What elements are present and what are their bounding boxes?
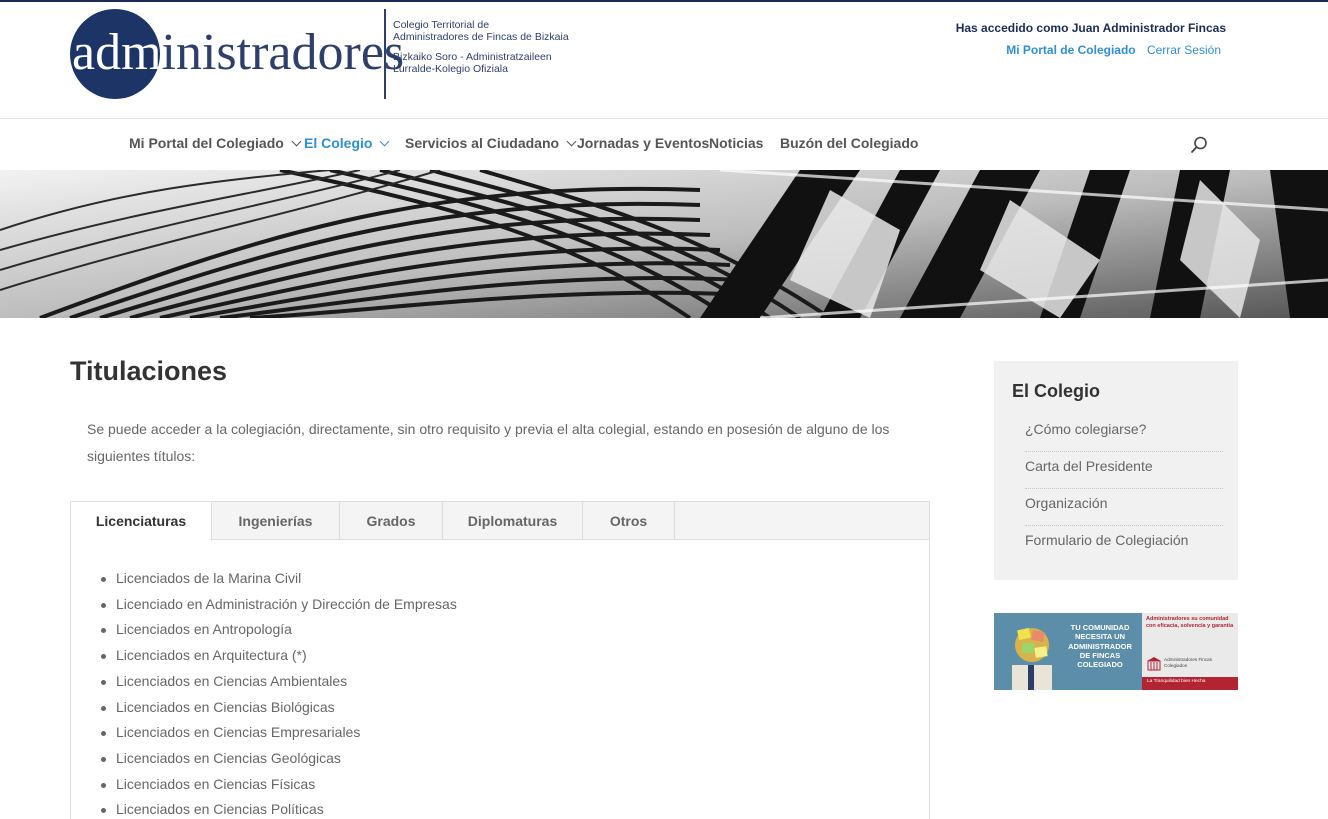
- list-item: Licenciados en Arquitectura (*): [100, 643, 457, 669]
- list-item: Licenciados en Ciencias Biológicas: [100, 695, 457, 721]
- logo-wordmark: administradores: [72, 23, 404, 83]
- intro-text: Se puede acceder a la colegiación, direc…: [87, 421, 890, 464]
- page-title: Titulaciones: [70, 356, 228, 386]
- ad-headline-line: TU COMUNIDAD: [1070, 623, 1130, 632]
- portal-link[interactable]: Mi Portal de Colegiado: [1006, 43, 1135, 57]
- chevron-down-icon: [380, 136, 390, 147]
- logo-line-3: Bizkaiko Soro - Administratzaileen: [393, 51, 552, 63]
- nav-label: El Colegio: [304, 135, 373, 151]
- list-item: Licenciados en Antropología: [100, 617, 457, 643]
- nav-item-el-colegio[interactable]: El Colegio: [304, 135, 390, 151]
- logo-line-1: Colegio Territorial de: [393, 19, 490, 31]
- nav-item-jornadas[interactable]: Jornadas y Eventos: [577, 135, 709, 151]
- logo-line-2: Administradores de Fincas de Bizkaia: [393, 31, 569, 43]
- tab-licenciaturas[interactable]: Licenciaturas: [71, 502, 212, 541]
- logo-separator: [384, 9, 386, 99]
- tab-ingenierias[interactable]: Ingenierías: [212, 502, 340, 540]
- nav-item-buzon[interactable]: Buzón del Colegiado: [780, 135, 918, 151]
- nav-label: Buzón del Colegiado: [780, 135, 919, 151]
- list-item: Licenciado en Administración y Dirección…: [100, 592, 457, 618]
- sidebar-link-carta-presidente[interactable]: Carta del Presidente: [1025, 452, 1223, 489]
- site-header: administradores Colegio Territorial de A…: [0, 2, 1328, 119]
- nav-label: Jornadas y Eventos: [577, 135, 710, 151]
- header-banner-image: [0, 170, 1328, 318]
- user-greeting: Has accedido como Juan Administrador Fin…: [955, 21, 1226, 35]
- list-item: Licenciados en Ciencias Empresariales: [100, 720, 457, 746]
- search-icon[interactable]: [1190, 136, 1208, 154]
- tab-diplomaturas[interactable]: Diplomaturas: [443, 502, 583, 540]
- nav-label: Noticias: [709, 135, 764, 151]
- logo-word-part2: inistradores: [161, 24, 405, 81]
- chevron-down-icon: [566, 136, 577, 147]
- sidebar-link-organizacion[interactable]: Organización: [1025, 489, 1223, 526]
- ad-figure-image: [1012, 627, 1052, 690]
- logo-word-part1: adm: [72, 24, 162, 81]
- ad-mini-logo-text: Administradores Fincas Colegiados: [1164, 657, 1212, 668]
- site-logo[interactable]: administradores Colegio Territorial de A…: [70, 9, 570, 101]
- logo-line-4: Lurralde-Kolegio Ofiziala: [393, 63, 508, 75]
- sidebar-title: El Colegio: [1012, 381, 1101, 401]
- user-links: Mi Portal de Colegiado Cerrar Sesión: [1006, 43, 1221, 57]
- ad-headline-line: ADMINISTRADOR: [1068, 641, 1132, 651]
- logout-link[interactable]: Cerrar Sesión: [1147, 43, 1221, 57]
- chevron-down-icon: [291, 136, 302, 147]
- sidebar-widget: El Colegio ¿Cómo colegiarse? Carta del P…: [994, 361, 1238, 580]
- tab-grados[interactable]: Grados: [340, 502, 443, 540]
- degrees-list: Licenciados de la Marina Civil Licenciad…: [100, 566, 457, 819]
- ad-banner[interactable]: TU COMUNIDAD NECESITA UN ADMINISTRADOR D…: [994, 613, 1238, 690]
- ad-headline-line: DE FINCAS: [1079, 650, 1121, 660]
- list-item: Licenciados de la Marina Civil: [100, 566, 457, 592]
- ad-headline: TU COMUNIDAD NECESITA UN ADMINISTRADOR D…: [1058, 623, 1142, 669]
- list-item: Licenciados en Ciencias Geológicas: [100, 746, 457, 772]
- main-nav: Mi Portal del Colegiado El Colegio Servi…: [0, 119, 1328, 170]
- ad-strip-text: La Tranquilidad bien Hecha: [1147, 679, 1206, 684]
- nav-label: Mi Portal del Colegiado: [129, 135, 284, 151]
- ad-headline-line: NECESITA UN: [1074, 632, 1125, 642]
- degrees-tabs: Licenciaturas Ingenierías Grados Diploma…: [70, 501, 930, 819]
- tab-otros[interactable]: Otros: [583, 502, 675, 540]
- sidebar-link-formulario[interactable]: Formulario de Colegiación: [1025, 526, 1223, 563]
- ad-headline-emphasis: COLEGIADO: [1077, 660, 1123, 670]
- sidebar-links: ¿Cómo colegiarse? Carta del Presidente O…: [1025, 415, 1223, 563]
- sidebar-link-como-colegiarse[interactable]: ¿Cómo colegiarse?: [1025, 415, 1223, 452]
- list-item: Licenciados en Ciencias Ambientales: [100, 669, 457, 695]
- nav-item-servicios[interactable]: Servicios al Ciudadano: [405, 135, 577, 151]
- list-item: Licenciados en Ciencias Físicas: [100, 772, 457, 798]
- building-icon: [1147, 657, 1161, 671]
- nav-item-noticias[interactable]: Noticias: [709, 135, 763, 151]
- list-item: Licenciados en Ciencias Políticas: [100, 797, 457, 819]
- ad-tagline: Administradores su comunidad con eficaci…: [1146, 616, 1234, 629]
- tab-bar: Licenciaturas Ingenierías Grados Diploma…: [71, 502, 929, 541]
- nav-label: Servicios al Ciudadano: [405, 135, 560, 151]
- nav-item-mi-portal[interactable]: Mi Portal del Colegiado: [129, 135, 302, 151]
